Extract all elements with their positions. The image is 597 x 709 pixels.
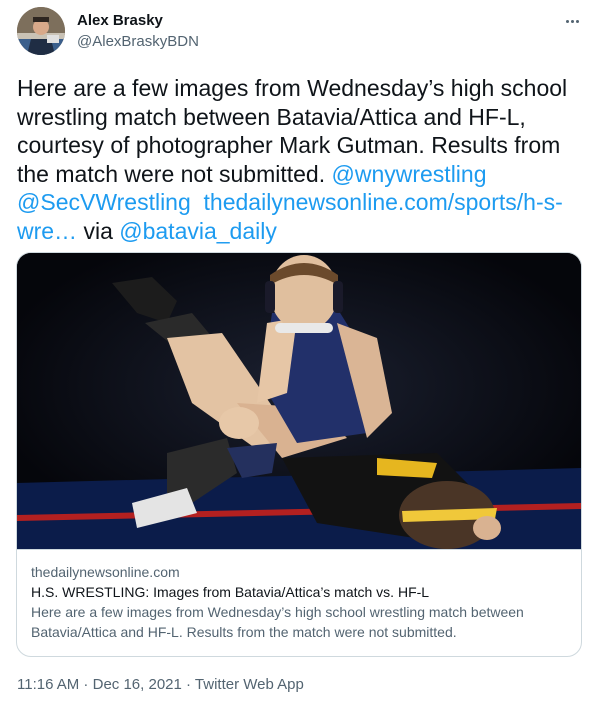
- dot: [570, 19, 574, 23]
- card-title: H.S. WRESTLING: Images from Batavia/Atti…: [31, 584, 430, 600]
- card-description: Here are a few images from Wednesday’s h…: [31, 604, 524, 640]
- card-image[interactable]: [17, 253, 581, 549]
- tweet-text: Here are a few images from Wednesday’s h…: [17, 74, 582, 245]
- tweet-date[interactable]: Dec 16, 2021: [93, 676, 182, 693]
- card-body: thedailynewsonline.com H.S. WRESTLING: I…: [17, 549, 581, 642]
- avatar[interactable]: [17, 7, 65, 55]
- mention-wnywrestling[interactable]: @wnywrestling: [332, 161, 487, 187]
- more-horizontal-icon[interactable]: [558, 10, 586, 32]
- card-domain: thedailynewsonline.com: [31, 564, 180, 580]
- via-label: via: [77, 217, 120, 244]
- meta-separator: ·: [79, 676, 93, 693]
- tweet-time[interactable]: 11:16 AM: [17, 676, 79, 693]
- tweet-meta: 11:16 AM · Dec 16, 2021 · Twitter Web Ap…: [17, 676, 304, 693]
- link-card[interactable]: thedailynewsonline.com H.S. WRESTLING: I…: [16, 252, 582, 657]
- author-name[interactable]: Alex Brasky: [77, 12, 163, 29]
- mention-batavia-daily[interactable]: @batavia_daily: [119, 218, 277, 244]
- author-handle[interactable]: @AlexBraskyBDN: [77, 33, 199, 50]
- meta-separator: ·: [181, 676, 195, 693]
- dot: [575, 19, 579, 23]
- dot: [565, 19, 569, 23]
- tweet-source[interactable]: Twitter Web App: [195, 676, 304, 693]
- mention-secvwrestling[interactable]: @SecVWrestling: [17, 189, 191, 215]
- tweet: Alex Brasky @AlexBraskyBDN Here are a fe…: [0, 0, 597, 709]
